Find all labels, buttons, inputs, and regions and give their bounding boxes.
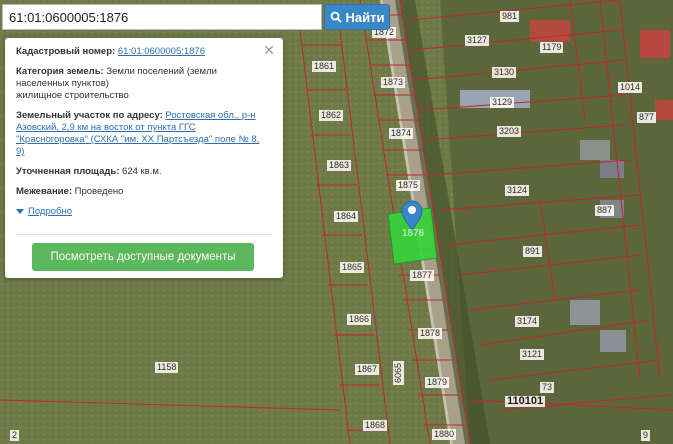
cadastral-quarter-label: 110101	[505, 395, 546, 407]
highlighted-parcel-label: 1876	[402, 228, 425, 239]
address-row: Земельный участок по адресу: Ростовская …	[16, 110, 273, 158]
parcel-label: 1868	[363, 420, 388, 431]
parcel-label: 891	[523, 246, 543, 257]
search-button-label: Найти	[345, 9, 385, 25]
parcel-label: 3174	[515, 316, 540, 327]
category-row: Категория земель: Земли поселений (земли…	[16, 66, 273, 102]
parcel-label: 3124	[505, 185, 530, 196]
parcel-label: 1878	[418, 328, 443, 339]
parcel-label: 3129	[490, 97, 515, 108]
boundary-value: Проведено	[74, 186, 124, 197]
parcel-label: 3121	[520, 349, 545, 360]
parcel-label: 1863	[327, 160, 352, 171]
area-row: Уточненная площадь: 624 кв.м.	[16, 166, 273, 178]
more-details-link[interactable]: Подробно	[28, 206, 72, 217]
parcel-label: 887	[595, 205, 615, 216]
search-bar	[2, 4, 322, 30]
parcel-label: 1875	[396, 180, 421, 191]
land-use-value: жилищное строительство	[16, 90, 129, 101]
area-value: 624 кв.м.	[122, 166, 162, 177]
search-input[interactable]	[3, 5, 321, 29]
parcel-label: 1866	[347, 314, 372, 325]
parcel-label: 2	[10, 430, 20, 441]
parcel-label: 3130	[492, 67, 517, 78]
area-label: Уточненная площадь:	[16, 166, 120, 177]
cadastral-row: Кадастровый номер: 61:01:0600005:1876	[16, 46, 273, 58]
search-icon	[330, 11, 342, 23]
parcel-info-popup: ✕ Кадастровый номер: 61:01:0600005:1876 …	[5, 38, 283, 278]
parcel-label: 3203	[497, 126, 522, 137]
cadastral-link[interactable]: 61:01:0600005:1876	[118, 46, 205, 57]
address-link-line4[interactable]: 9)	[16, 146, 24, 157]
close-icon[interactable]: ✕	[263, 43, 275, 57]
parcel-label: 877	[637, 112, 657, 123]
parcel-label: 6065	[393, 360, 404, 385]
parcel-label: 1873	[381, 77, 406, 88]
parcel-label: 1865	[340, 262, 365, 273]
category-value-cont: населенных пунктов)	[16, 78, 109, 89]
parcel-label: 1874	[389, 128, 414, 139]
parcel-label: 9	[641, 430, 651, 441]
parcel-label: 1014	[618, 82, 643, 93]
parcel-label: 1864	[334, 211, 359, 222]
cadastral-label: Кадастровый номер:	[16, 46, 116, 57]
address-link[interactable]: Ростовская обл., р-н	[165, 110, 255, 121]
parcel-label: 1158	[155, 362, 179, 373]
parcel-label: 1877	[410, 270, 435, 281]
boundary-row: Межевание: Проведено	[16, 186, 273, 198]
address-link-line3[interactable]: "Красногоровка" (СХКА "им. XX Партсъезда…	[16, 134, 259, 145]
category-value: Земли поселений (земли	[106, 66, 217, 77]
parcel-label: 1880	[432, 429, 457, 440]
parcel-label: 1862	[319, 110, 344, 121]
parcel-label: 1861	[312, 61, 337, 72]
parcel-label: 3127	[465, 35, 490, 46]
parcel-label: 1867	[355, 364, 380, 375]
category-label: Категория земель:	[16, 66, 104, 77]
boundary-label: Межевание:	[16, 186, 72, 197]
parcel-label: 73	[540, 382, 555, 393]
view-documents-button[interactable]: Посмотреть доступные документы	[32, 243, 254, 271]
address-link-line2[interactable]: Азовский, 2,9 км на восток от пункта ГГС	[16, 122, 196, 133]
divider	[16, 234, 272, 235]
triangle-down-icon	[16, 209, 24, 214]
more-details-toggle[interactable]: Подробно	[16, 206, 273, 217]
address-label: Земельный участок по адресу:	[16, 110, 163, 121]
parcel-label: 1879	[425, 377, 450, 388]
parcel-label: 981	[500, 11, 520, 22]
parcel-label: 1179	[540, 42, 564, 53]
search-button[interactable]: Найти	[324, 4, 390, 30]
